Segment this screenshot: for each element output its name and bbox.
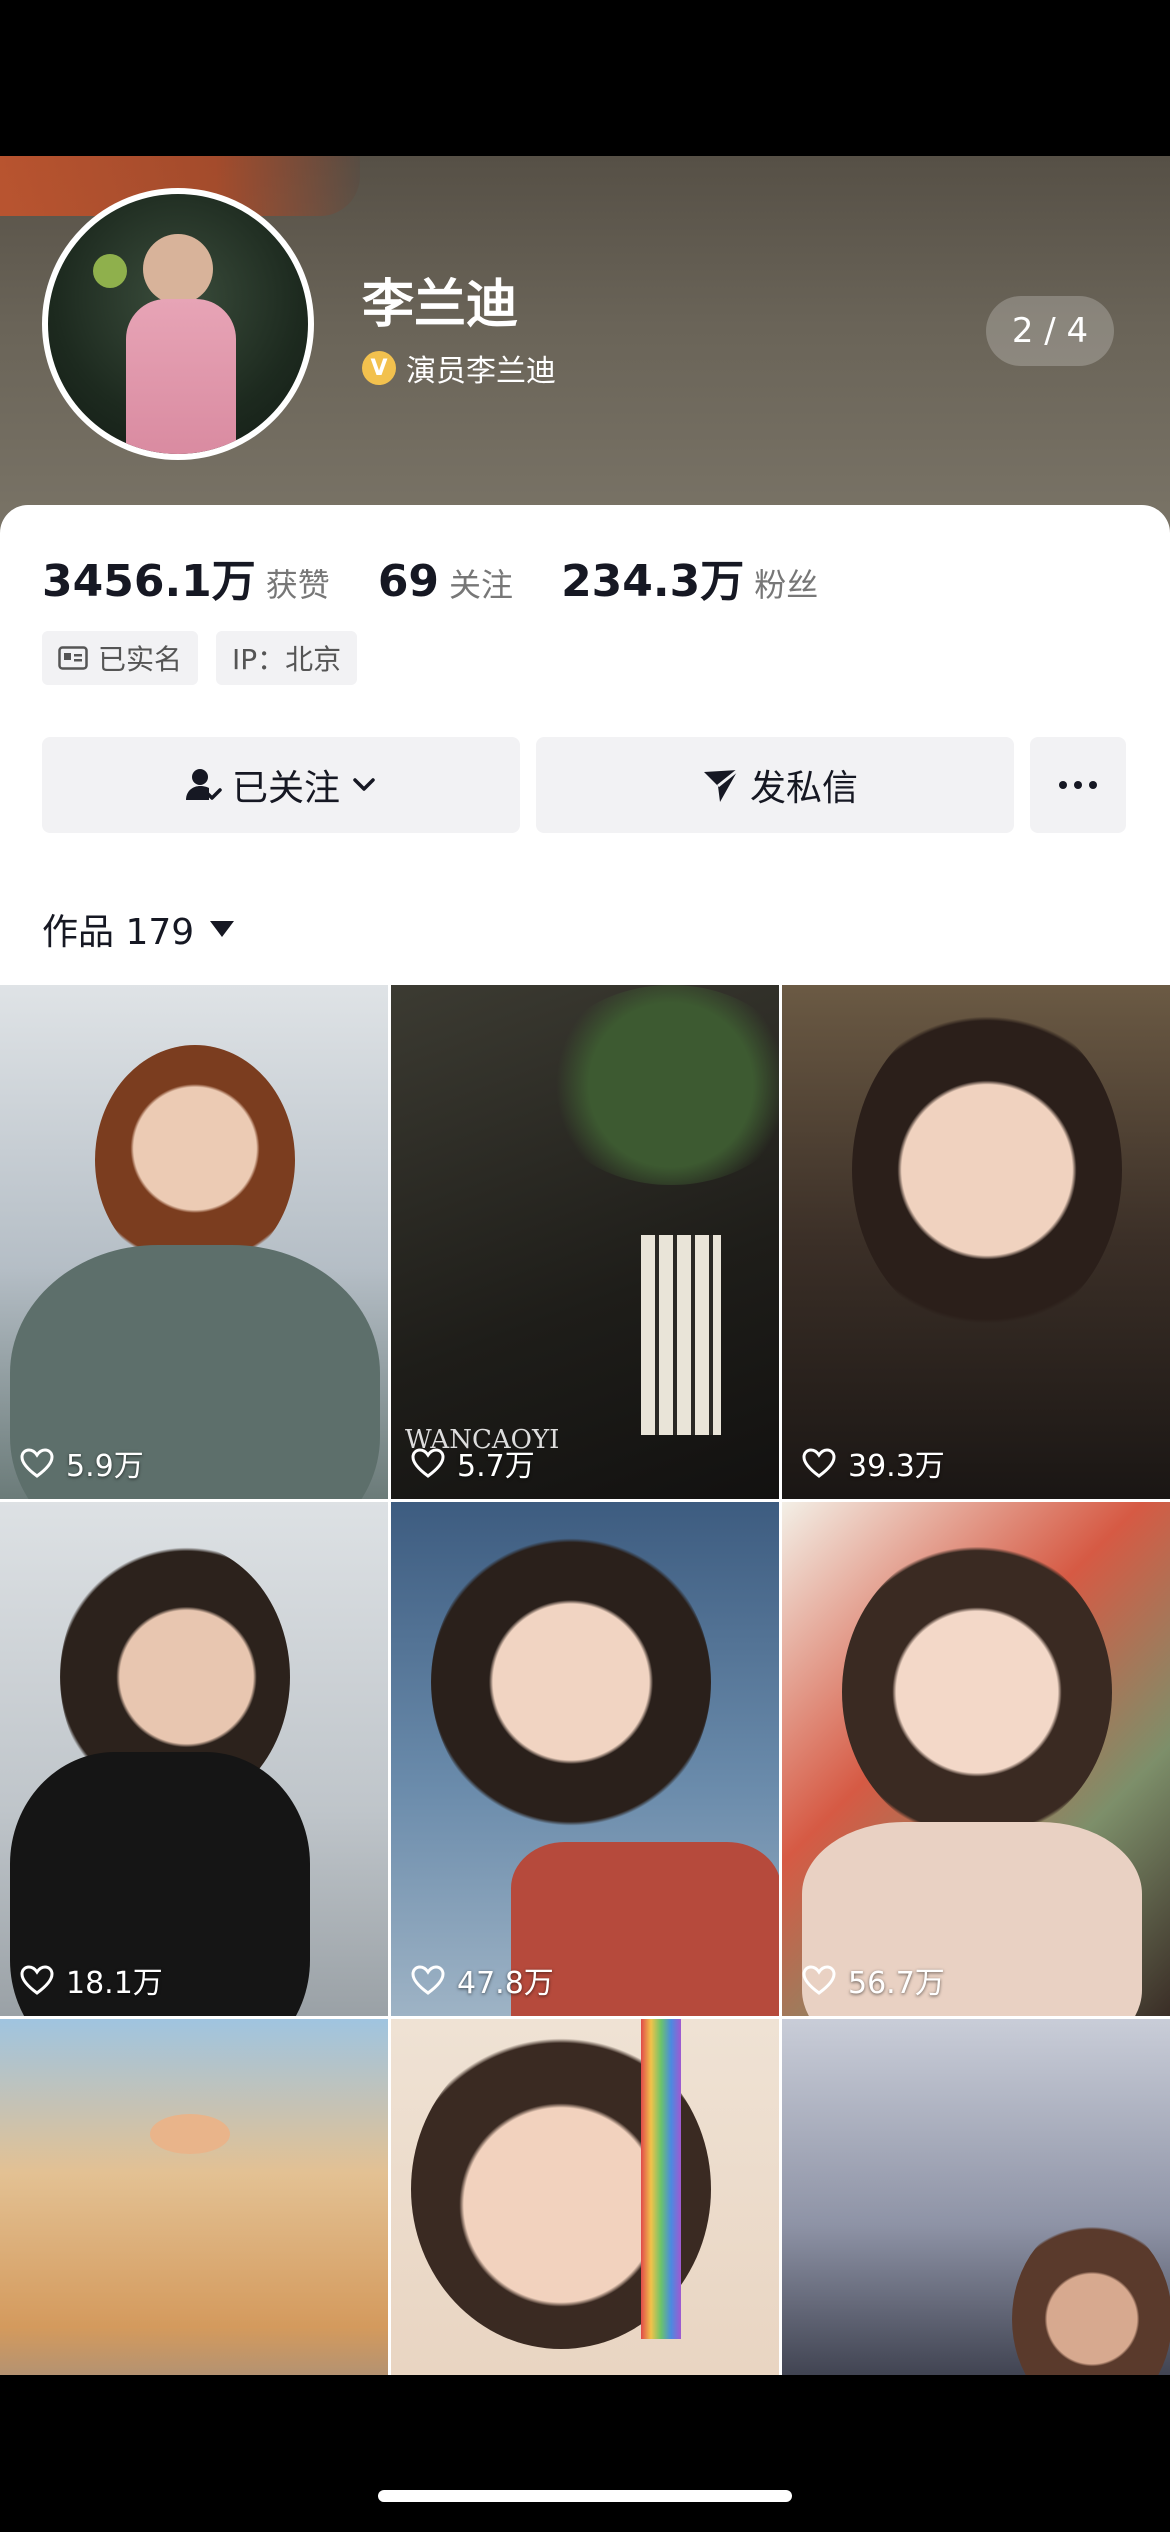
heart-icon: [411, 1448, 445, 1478]
id-card-icon: [58, 646, 88, 670]
video-thumbnail[interactable]: 18.1万: [0, 1502, 388, 2016]
heart-icon: [802, 1965, 836, 1995]
works-tab[interactable]: 作品 179: [42, 903, 235, 955]
verified-title-text: 演员李兰迪: [406, 354, 556, 389]
likes-count: 56.7万: [802, 1958, 945, 2002]
chevron-down-icon: [353, 778, 375, 791]
profile-tags: 已实名 IP：北京: [42, 631, 375, 685]
avatar[interactable]: [42, 188, 314, 460]
avatar-face: [143, 234, 213, 304]
thumb-candy-strip: [641, 2019, 681, 2339]
video-grid: 5.9万 WANCAOYI 5.7万 39.3万 18.1万 47.8万 56.…: [0, 985, 1170, 2375]
profile-card: 3456.1万 获赞 69 关注 234.3万 粉丝 已实名 IP：北京 已关注…: [0, 505, 1170, 985]
thumb-lizard: [150, 2114, 230, 2154]
video-thumbnail[interactable]: 47.8万: [391, 1502, 779, 2016]
action-buttons: 已关注 发私信: [42, 737, 1126, 833]
likes-count: 39.3万: [802, 1441, 945, 1485]
stat-label: 粉丝: [754, 566, 819, 604]
thumb-person: [852, 1005, 1122, 1335]
video-thumbnail[interactable]: 39.3万: [782, 985, 1170, 1499]
thumb-accordion: [641, 1235, 721, 1435]
heart-icon: [802, 1448, 836, 1478]
stat-likes[interactable]: 3456.1万 获赞: [42, 545, 330, 609]
send-message-label: 发私信: [749, 768, 858, 809]
user-check-icon: [185, 769, 222, 800]
avatar-flower: [93, 254, 127, 288]
video-thumbnail[interactable]: 5.9万: [0, 985, 388, 1499]
likes-count: 5.7万: [411, 1441, 535, 1485]
thumb-person: [1012, 2219, 1170, 2375]
likes-count: 47.8万: [411, 1958, 554, 2002]
thumb-plant: [541, 985, 779, 1185]
heart-icon: [20, 1965, 54, 1995]
verified-title: V 演员李兰迪: [362, 346, 556, 390]
ip-text: IP：北京: [232, 643, 342, 676]
verified-badge-icon: V: [362, 351, 396, 385]
stat-value: 3456.1万: [42, 556, 256, 607]
video-thumbnail[interactable]: [0, 2019, 388, 2375]
likes-text: 18.1万: [66, 1966, 163, 2001]
likes-count: 5.9万: [20, 1441, 144, 1485]
likes-text: 56.7万: [848, 1966, 945, 2001]
likes-text: 39.3万: [848, 1449, 945, 1484]
heart-icon: [411, 1965, 445, 1995]
avatar-dress: [126, 299, 236, 454]
thumb-person: [431, 1532, 711, 1832]
likes-count: 18.1万: [20, 1958, 163, 2002]
followed-button[interactable]: 已关注: [42, 737, 520, 833]
likes-text: 5.7万: [457, 1449, 535, 1484]
ip-tag: IP：北京: [216, 631, 358, 685]
video-thumbnail[interactable]: [391, 2019, 779, 2375]
banner-pager[interactable]: 2 / 4: [986, 296, 1114, 366]
more-button[interactable]: [1030, 737, 1126, 833]
stat-followers[interactable]: 234.3万 粉丝: [561, 545, 818, 609]
stat-label: 获赞: [265, 566, 330, 604]
video-thumbnail[interactable]: [782, 2019, 1170, 2375]
real-name-tag: 已实名: [42, 631, 199, 685]
send-message-button[interactable]: 发私信: [536, 737, 1014, 833]
stat-value: 234.3万: [561, 556, 745, 607]
stat-value: 69: [377, 556, 440, 607]
status-bar-area: [0, 0, 1170, 156]
real-name-text: 已实名: [98, 643, 183, 676]
profile-name: 李兰迪: [362, 275, 519, 335]
stat-label: 关注: [449, 566, 514, 604]
likes-text: 47.8万: [457, 1966, 554, 2001]
stats-row: 3456.1万 获赞 69 关注 234.3万 粉丝: [42, 545, 866, 609]
home-indicator[interactable]: [378, 2490, 792, 2502]
likes-text: 5.9万: [66, 1449, 144, 1484]
thumb-person: [95, 1045, 295, 1275]
send-icon: [703, 768, 739, 802]
works-label: 作品 179: [42, 912, 195, 953]
thumb-person: [842, 1542, 1112, 1842]
heart-icon: [20, 1448, 54, 1478]
followed-button-label: 已关注: [231, 768, 340, 809]
video-thumbnail[interactable]: 56.7万: [782, 1502, 1170, 2016]
stat-following[interactable]: 69 关注: [378, 556, 513, 607]
video-thumbnail[interactable]: WANCAOYI 5.7万: [391, 985, 779, 1499]
more-icon: [1059, 781, 1097, 789]
caret-down-icon: [210, 921, 235, 937]
